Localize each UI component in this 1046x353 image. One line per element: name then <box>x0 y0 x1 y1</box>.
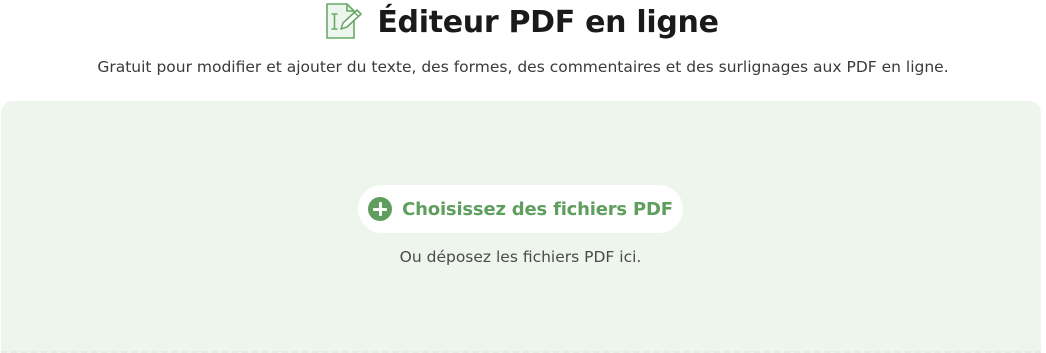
page-subtitle: Gratuit pour modifier et ajouter du text… <box>97 58 949 76</box>
title-row: Éditeur PDF en ligne <box>0 0 1046 44</box>
pdf-edit-icon <box>326 3 363 39</box>
choose-files-button[interactable]: Choisissez des fichiers PDF <box>358 185 683 233</box>
plus-circle-icon <box>368 197 393 221</box>
page-title: Éditeur PDF en ligne <box>377 4 719 40</box>
pdf-editor-page: Éditeur PDF en ligne Gratuit pour modifi… <box>0 0 1046 353</box>
choose-files-label: Choisissez des fichiers PDF <box>402 198 673 220</box>
drop-hint: Ou déposez les fichiers PDF ici. <box>399 248 642 266</box>
